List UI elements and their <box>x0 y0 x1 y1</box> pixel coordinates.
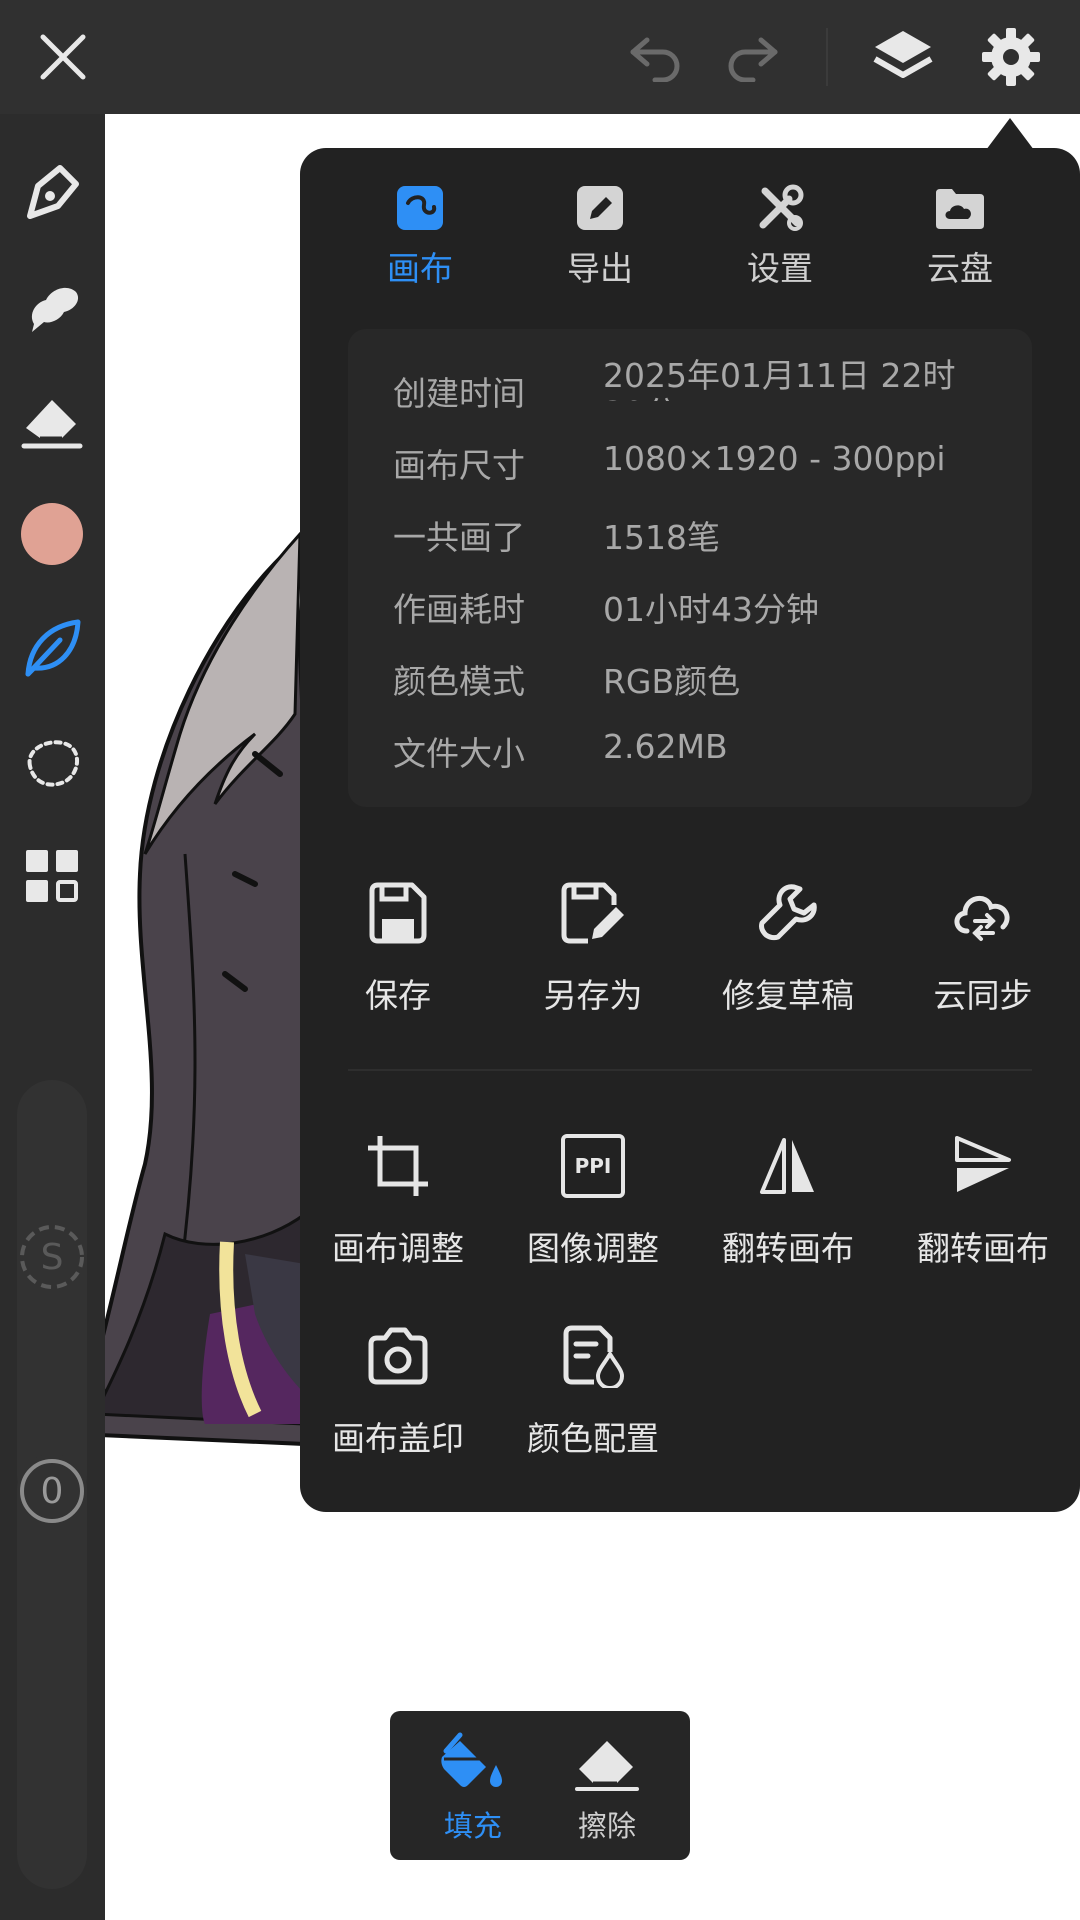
canvas-stamp-button[interactable]: 画布盖印 <box>300 1316 496 1460</box>
action-label: 画布盖印 <box>332 1419 464 1458</box>
ppi-icon-text: PPI <box>574 1154 612 1178</box>
flip-vertical-icon <box>885 1126 1080 1206</box>
image-adjust-button[interactable]: PPI 图像调整 <box>495 1126 691 1270</box>
export-edit-icon <box>530 178 670 238</box>
tab-label: 设置 <box>747 249 813 288</box>
close-icon[interactable] <box>28 22 98 92</box>
info-value: 1518笔 <box>603 518 720 557</box>
info-row-file-size: 文件大小 2.62MB <box>393 727 1013 787</box>
save-as-button[interactable]: 另存为 <box>495 873 691 1017</box>
repair-draft-button[interactable]: 修复草稿 <box>690 873 886 1017</box>
lasso-select-icon[interactable] <box>14 724 90 800</box>
flip-horizontal-icon <box>690 1126 886 1206</box>
info-value: 2.62MB <box>603 727 728 766</box>
tab-canvas[interactable]: 画布 <box>350 178 490 288</box>
color-picker-swatch[interactable] <box>14 496 90 572</box>
info-key: 颜色模式 <box>393 662 525 701</box>
info-key: 文件大小 <box>393 734 525 773</box>
action-label: 翻转画布 <box>917 1229 1049 1268</box>
fill-erase-switcher: 填充 擦除 <box>390 1711 690 1860</box>
canvas-settings-popup: 画布 导出 设置 云盘 创建时间 2025年01月11日 22时39分 画布尺寸… <box>300 148 1080 1512</box>
color-profile-icon <box>495 1316 691 1396</box>
fill-label: 填充 <box>443 1809 502 1843</box>
opacity-value: 0 <box>40 1470 64 1512</box>
color-config-button[interactable]: 颜色配置 <box>495 1316 691 1460</box>
popup-arrow <box>986 118 1034 150</box>
opacity-knob[interactable]: 0 <box>19 1458 85 1524</box>
info-value: 1080×1920 - 300ppi <box>603 439 946 478</box>
info-value: 01小时43分钟 <box>603 590 819 629</box>
info-row-time: 作画耗时 01小时43分钟 <box>393 583 1013 643</box>
info-row-strokes: 一共画了 1518笔 <box>393 511 1013 571</box>
flip-canvas-horizontal-button[interactable]: 翻转画布 <box>690 1126 886 1270</box>
info-key: 作画耗时 <box>393 590 525 629</box>
toolbar-divider <box>826 28 828 86</box>
erase-button[interactable]: 擦除 <box>537 1731 677 1845</box>
camera-icon <box>300 1316 496 1396</box>
cloud-folder-icon <box>890 178 1030 238</box>
tab-label: 画布 <box>387 249 453 288</box>
eraser-icon <box>537 1731 677 1795</box>
info-row-size: 画布尺寸 1080×1920 - 300ppi <box>393 439 1013 499</box>
save-button[interactable]: 保存 <box>300 873 496 1017</box>
smoothing-knob[interactable]: S <box>19 1224 85 1290</box>
erase-label: 擦除 <box>577 1809 636 1843</box>
tab-label: 导出 <box>567 249 633 288</box>
info-key: 创建时间 <box>393 374 525 413</box>
tab-label: 云盘 <box>927 249 993 288</box>
brush-size-slider[interactable] <box>17 1080 87 1510</box>
canvas-wave-icon <box>350 178 490 238</box>
canvas-info-panel: 创建时间 2025年01月11日 22时39分 画布尺寸 1080×1920 -… <box>348 329 1032 807</box>
action-label: 云同步 <box>933 976 1033 1015</box>
info-row-color-mode: 颜色模式 RGB颜色 <box>393 655 1013 715</box>
action-label: 修复草稿 <box>722 976 854 1015</box>
redo-icon[interactable] <box>718 22 788 92</box>
smudge-tool-icon[interactable] <box>14 268 90 344</box>
wrench-icon <box>690 873 886 953</box>
section-divider <box>348 1069 1032 1071</box>
cloud-sync-icon <box>885 873 1080 953</box>
save-icon <box>300 873 496 953</box>
action-label: 颜色配置 <box>527 1419 659 1458</box>
crop-icon <box>300 1126 496 1206</box>
action-label: 图像调整 <box>527 1229 659 1268</box>
action-label: 保存 <box>365 976 431 1015</box>
undo-icon[interactable] <box>620 22 690 92</box>
tab-export[interactable]: 导出 <box>530 178 670 288</box>
action-label: 另存为 <box>543 976 643 1015</box>
eraser-tool-icon[interactable] <box>14 382 90 458</box>
action-label: 画布调整 <box>332 1229 464 1268</box>
tab-cloud-drive[interactable]: 云盘 <box>890 178 1030 288</box>
layers-icon[interactable] <box>868 22 938 92</box>
info-row-created: 创建时间 2025年01月11日 22时39分 <box>393 357 1013 417</box>
grid-menu-icon[interactable] <box>14 838 90 914</box>
pen-tool-icon[interactable] <box>14 154 90 230</box>
flip-canvas-vertical-button[interactable]: 翻转画布 <box>885 1126 1080 1270</box>
fill-bucket-icon <box>403 1731 543 1795</box>
tools-icon <box>710 178 850 238</box>
tab-settings[interactable]: 设置 <box>710 178 850 288</box>
info-key: 一共画了 <box>393 518 525 557</box>
tool-sidebar: S 0 <box>0 114 105 1920</box>
top-toolbar <box>0 0 1080 114</box>
action-label: 翻转画布 <box>722 1229 854 1268</box>
info-key: 画布尺寸 <box>393 446 525 485</box>
ppi-icon: PPI <box>495 1126 691 1206</box>
save-as-icon <box>495 873 691 953</box>
smoothing-label: S <box>40 1236 64 1278</box>
canvas-adjust-button[interactable]: 画布调整 <box>300 1126 496 1270</box>
info-value: 2025年01月11日 22时39分 <box>603 357 956 401</box>
leaf-brush-icon[interactable] <box>14 610 90 686</box>
fill-button[interactable]: 填充 <box>403 1731 543 1845</box>
info-value: RGB颜色 <box>603 662 741 701</box>
cloud-sync-button[interactable]: 云同步 <box>885 873 1080 1017</box>
settings-gear-icon[interactable] <box>976 22 1046 92</box>
